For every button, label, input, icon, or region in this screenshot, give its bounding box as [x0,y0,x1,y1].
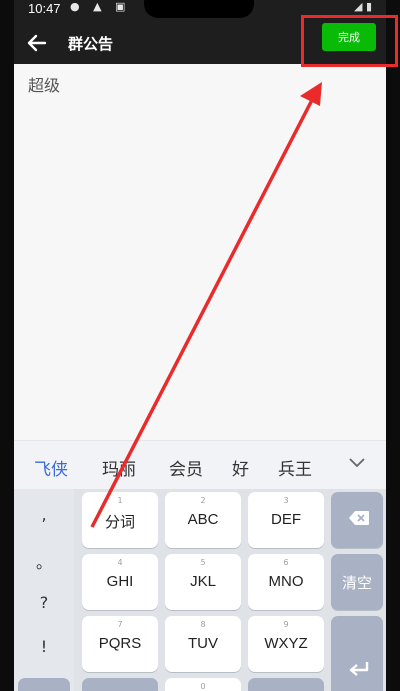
status-signal-battery: ◢ ▮ [353,0,372,13]
candidate-item[interactable]: 玛丽 [102,455,136,480]
candidate-item[interactable]: 兵王 [278,455,312,480]
key-5[interactable]: 5 JKL [165,554,241,610]
phone-screen: 10:47 ● ▲ ▣ ◢ ▮ 群公告 完成 超级 飞侠 玛丽 会员 好 兵王 … [14,0,386,691]
punct-key[interactable]: , [14,505,74,524]
backspace-key[interactable] [331,492,383,548]
backspace-icon [349,511,369,525]
lang-key[interactable] [82,678,158,691]
key-6[interactable]: 6 MNO [248,554,324,610]
status-icons: ● ▲ ▣ [70,0,131,13]
key-2[interactable]: 2 ABC [165,492,241,548]
space-key[interactable] [248,678,324,691]
status-time: 10:47 [28,1,61,16]
clear-key[interactable]: 清空 [331,554,383,610]
camera-notch [144,0,254,18]
punct-key[interactable]: ! [14,637,74,656]
page-title: 群公告 [68,35,114,53]
candidate-item[interactable]: 会员 [169,455,203,480]
key-3[interactable]: 3 DEF [248,492,324,548]
punct-key[interactable]: 。 [14,549,74,573]
punct-key[interactable]: ? [14,593,74,612]
enter-key[interactable] [331,616,383,691]
chevron-down-icon[interactable] [348,456,366,470]
key-8[interactable]: 8 TUV [165,616,241,672]
back-arrow-icon[interactable] [26,32,48,54]
annotation-highlight-box [301,15,398,67]
punctuation-column: , 。 ? ! [14,489,74,691]
key-0[interactable]: 0 [165,678,241,691]
symbol-key[interactable] [18,678,70,691]
candidate-item[interactable]: 飞侠 [34,455,68,480]
key-9[interactable]: 9 WXYZ [248,616,324,672]
key-7[interactable]: 7 PQRS [82,616,158,672]
candidate-bar: 飞侠 玛丽 会员 好 兵王 [14,441,386,489]
enter-icon [349,662,369,676]
key-4[interactable]: 4 GHI [82,554,158,610]
announcement-text[interactable]: 超级 [28,72,60,96]
candidate-item[interactable]: 好 [232,455,249,480]
key-1[interactable]: 1 分词 [82,492,158,548]
t9-keyboard: , 。 ? ! 1 分词 2 ABC 3 DEF 4 GHI 5 JKL 6 M… [14,489,386,691]
